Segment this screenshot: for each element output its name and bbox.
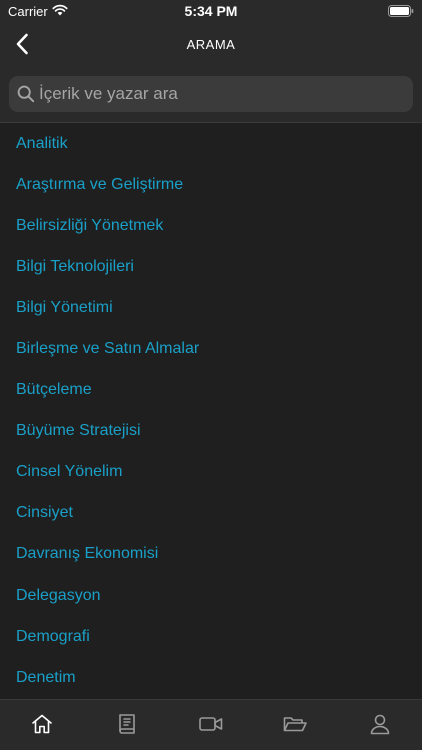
topic-link[interactable]: Bütçeleme xyxy=(0,370,422,411)
topic-link[interactable]: Denetim xyxy=(0,657,422,698)
home-icon xyxy=(32,714,52,734)
folder-icon xyxy=(284,717,308,732)
search-field-container[interactable] xyxy=(9,76,413,112)
topic-link[interactable]: Analitik xyxy=(0,123,422,164)
topic-link[interactable]: Birleşme ve Satın Almalar xyxy=(0,328,422,369)
topic-link[interactable]: Davranış Ekonomisi xyxy=(0,534,422,575)
navigation-bar: ARAMA xyxy=(0,22,422,66)
tab-bar xyxy=(0,699,422,750)
book-icon xyxy=(118,714,135,734)
page-title: ARAMA xyxy=(186,37,236,52)
tab-home[interactable] xyxy=(0,712,84,736)
topic-link[interactable]: Araştırma ve Geliştirme xyxy=(0,164,422,205)
clock: 5:34 PM xyxy=(184,3,238,19)
topic-link[interactable]: Büyüme Stratejisi xyxy=(0,411,422,452)
video-icon xyxy=(199,717,223,731)
tab-videos[interactable] xyxy=(169,712,253,736)
topic-link[interactable]: Cinsel Yönelim xyxy=(0,452,422,493)
search-bar xyxy=(0,66,422,123)
topic-link[interactable]: Bilgi Teknolojileri xyxy=(0,246,422,287)
topic-link[interactable]: Belirsizliği Yönetmek xyxy=(0,205,422,246)
status-bar: Carrier 5:34 PM xyxy=(0,0,422,22)
topic-link[interactable]: Demografi xyxy=(0,616,422,657)
search-input[interactable] xyxy=(39,76,399,112)
topic-link[interactable]: Delegasyon xyxy=(0,575,422,616)
profile-icon xyxy=(370,714,390,735)
topic-link[interactable]: Bilgi Yönetimi xyxy=(0,287,422,328)
battery-icon xyxy=(388,5,414,17)
tab-saved[interactable] xyxy=(253,712,337,736)
topic-link[interactable]: Cinsiyet xyxy=(0,493,422,534)
tab-profile[interactable] xyxy=(338,712,422,736)
search-icon xyxy=(17,85,35,103)
tab-library[interactable] xyxy=(85,712,169,736)
topic-list: Analitik Araştırma ve Geliştirme Belirsizl… xyxy=(0,123,422,699)
